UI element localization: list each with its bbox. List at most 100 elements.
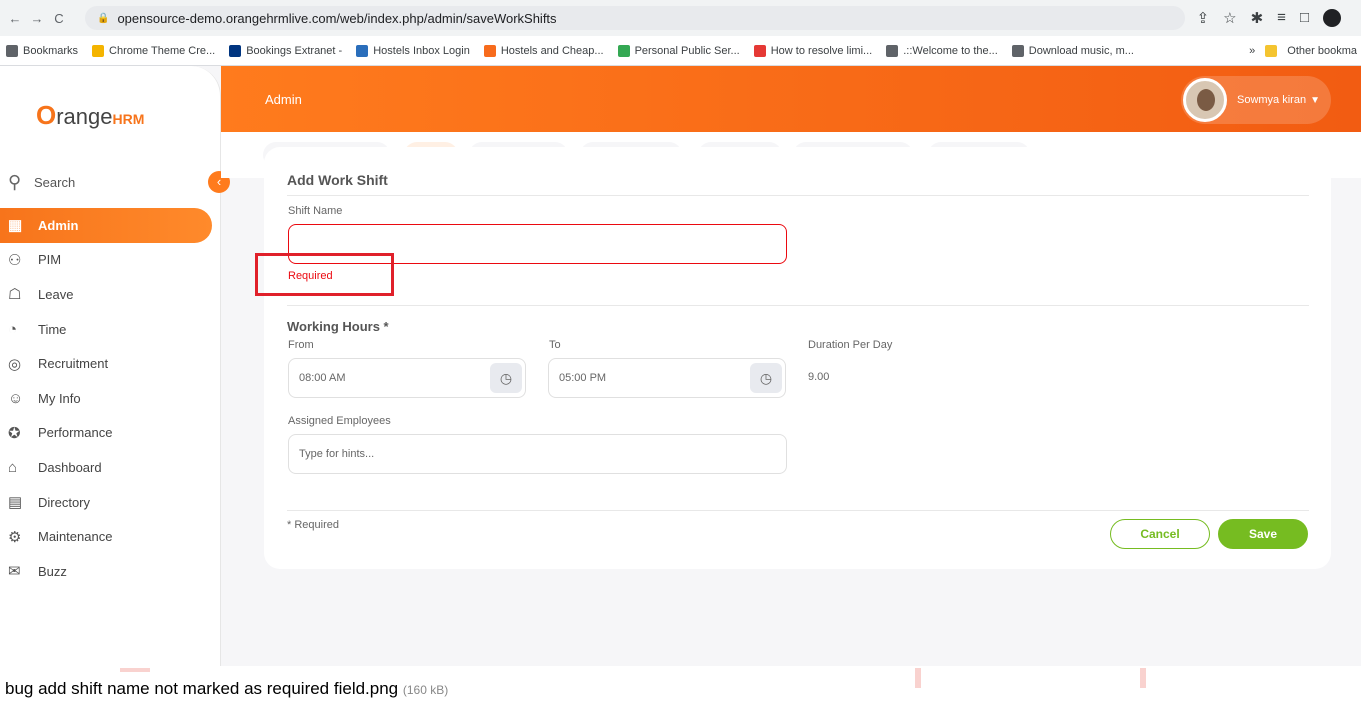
bookmark-item[interactable]: Personal Public Ser... <box>617 44 740 57</box>
clock-icon[interactable]: ◷ <box>750 363 782 393</box>
decor-stripe <box>915 668 921 688</box>
maintenance-icon: ⚙ <box>8 528 22 546</box>
bookmark-label: Hostels and Cheap... <box>500 44 604 57</box>
add-work-shift-card: Add Work Shift Shift Name Required Worki… <box>264 147 1331 569</box>
duration-label: Duration Per Day <box>808 339 893 351</box>
bookmark-item[interactable]: Download music, m... <box>1011 44 1134 57</box>
shift-name-label: Shift Name <box>288 205 343 217</box>
bookmark-label: Bookings Extranet - <box>246 44 343 57</box>
side-panel-icon[interactable]: □ <box>1300 9 1309 27</box>
bookmarks-bar: Bookmarks Chrome Theme Cre... Bookings Ext… <box>0 36 1361 66</box>
assigned-employees-input[interactable]: Type for hints... <box>288 434 787 474</box>
bookmark-item[interactable]: .::Welcome to the... <box>886 44 998 57</box>
bookmark-item[interactable]: Bookings Extranet - <box>229 44 343 57</box>
sidebar-item-label: Dashboard <box>38 459 102 475</box>
from-label: From <box>288 339 314 351</box>
clock-icon[interactable]: ◷ <box>490 363 522 393</box>
reload-icon[interactable]: C <box>52 11 66 26</box>
sidebar-item-label: Maintenance <box>38 529 113 545</box>
bookmark-label: Hostels Inbox Login <box>373 44 470 57</box>
sidebar-item-label: My Info <box>38 390 81 406</box>
bookmarks-overflow[interactable]: » <box>1249 45 1255 57</box>
bookmark-label: Chrome Theme Cre... <box>109 44 216 57</box>
bookmark-favicon-icon <box>753 44 766 57</box>
sidebar-item-my-info[interactable]: ☺ My Info <box>0 381 212 416</box>
bookmark-item[interactable]: How to resolve limi... <box>753 44 873 57</box>
performance-icon: ✪ <box>8 424 21 442</box>
decor-stripe <box>1140 668 1146 688</box>
bookmark-label: Bookmarks <box>23 44 79 57</box>
sidebar-item-maintenance[interactable]: ⚙ Maintenance <box>0 519 212 554</box>
attachment-size: (160 kB) <box>402 683 449 697</box>
to-label: To <box>549 339 561 351</box>
sidebar-item-leave[interactable]: ☖ Leave <box>0 277 212 312</box>
orangehrm-logo[interactable]: OrangeHRM <box>36 100 144 131</box>
url-text: opensource-demo.orangehrmlive.com/web/in… <box>117 10 557 26</box>
page-title: Admin <box>265 92 302 107</box>
sidebar-item-recruitment[interactable]: ◎ Recruitment <box>0 346 212 381</box>
sidebar-item-pim[interactable]: ⚇ PIM <box>0 243 212 278</box>
bookmark-label: Personal Public Ser... <box>634 44 740 57</box>
sidebar-item-label: Buzz <box>38 563 67 579</box>
user-dropdown[interactable]: Sowmya kiran ▼ <box>1181 76 1331 124</box>
share-icon[interactable]: ⇪ <box>1197 9 1210 27</box>
my-info-icon: ☺ <box>8 389 24 407</box>
sidebar-item-dashboard[interactable]: ⌂ Dashboard <box>0 450 212 485</box>
attachment-caption: bug add shift name not marked as require… <box>5 679 448 699</box>
assigned-employees-label: Assigned Employees <box>288 415 391 427</box>
from-time-input[interactable]: 08:00 AM ◷ <box>288 358 526 398</box>
save-button[interactable]: Save <box>1218 519 1308 549</box>
sidebar-item-time[interactable]: ◔ Time <box>0 312 212 347</box>
buzz-icon: ✉ <box>8 563 21 581</box>
star-icon[interactable]: ☆ <box>1223 9 1236 27</box>
sidebar-menu: ▦ Admin ⚇ PIM ☖ Leave ◔ Time ◎ Recruitment ☺ My Inf… <box>0 208 212 589</box>
sidebar-item-label: PIM <box>38 252 62 268</box>
url-bar[interactable]: 🔒 opensource-demo.orangehrmlive.com/web/… <box>85 6 1185 30</box>
bookmark-item[interactable]: Hostels and Cheap... <box>483 44 604 57</box>
bookmark-favicon-icon <box>6 44 18 57</box>
to-time-input[interactable]: 05:00 PM ◷ <box>548 358 786 398</box>
sidebar-item-label: Directory <box>38 494 91 510</box>
other-bookmarks[interactable]: Other bookma <box>1287 45 1357 57</box>
divider <box>287 195 1309 196</box>
folder-icon <box>1265 45 1278 57</box>
sidebar-item-admin[interactable]: ▦ Admin <box>0 208 212 243</box>
time-icon: ◔ <box>8 320 18 338</box>
bookmark-favicon-icon <box>886 44 899 57</box>
sidebar-item-label: Admin <box>38 217 79 233</box>
admin-icon: ▦ <box>8 217 23 235</box>
dashboard-icon: ⌂ <box>8 458 18 476</box>
annotation-highlight-box <box>255 253 394 296</box>
bookmark-label: .::Welcome to the... <box>903 44 998 57</box>
bookmark-label: How to resolve limi... <box>770 44 873 57</box>
sidebar: OrangeHRM ⚲ Search ‹ ▦ Admin ⚇ PIM ☖ Leave ◔ Ti… <box>0 66 230 666</box>
sidebar-item-label: Leave <box>38 286 74 302</box>
cancel-button[interactable]: Cancel <box>1110 519 1210 549</box>
bookmark-item[interactable]: Hostels Inbox Login <box>356 44 470 57</box>
leave-icon: ☖ <box>8 286 22 304</box>
bookmark-item[interactable]: Chrome Theme Cre... <box>92 44 216 57</box>
recruitment-icon: ◎ <box>8 355 22 373</box>
profile-icon[interactable] <box>1323 9 1341 27</box>
search-icon: ⚲ <box>8 172 22 192</box>
sidebar-item-directory[interactable]: ▤ Directory <box>0 485 212 520</box>
reading-list-icon[interactable]: ≡ <box>1277 9 1286 27</box>
caret-down-icon: ▼ <box>1310 94 1320 106</box>
working-hours-title: Working Hours * <box>287 319 389 334</box>
sidebar-item-buzz[interactable]: ✉ Buzz <box>0 554 212 589</box>
back-icon[interactable]: ← <box>8 11 22 26</box>
sidebar-item-label: Performance <box>38 425 113 441</box>
divider <box>287 305 1309 306</box>
attachment-filename[interactable]: bug add shift name not marked as require… <box>5 679 398 698</box>
directory-icon: ▤ <box>8 494 23 512</box>
forward-icon[interactable]: → <box>30 11 44 26</box>
extensions-icon[interactable]: ✱ <box>1251 9 1264 27</box>
bookmark-item[interactable]: Bookmarks <box>6 44 79 57</box>
sidebar-item-performance[interactable]: ✪ Performance <box>0 416 212 451</box>
bookmark-label: Download music, m... <box>1028 44 1134 57</box>
user-name: Sowmya kiran <box>1237 94 1307 106</box>
sidebar-search[interactable]: ⚲ Search <box>8 172 75 193</box>
decor-stripe <box>120 668 150 672</box>
pim-icon: ⚇ <box>8 251 22 269</box>
sidebar-item-label: Time <box>38 321 67 337</box>
